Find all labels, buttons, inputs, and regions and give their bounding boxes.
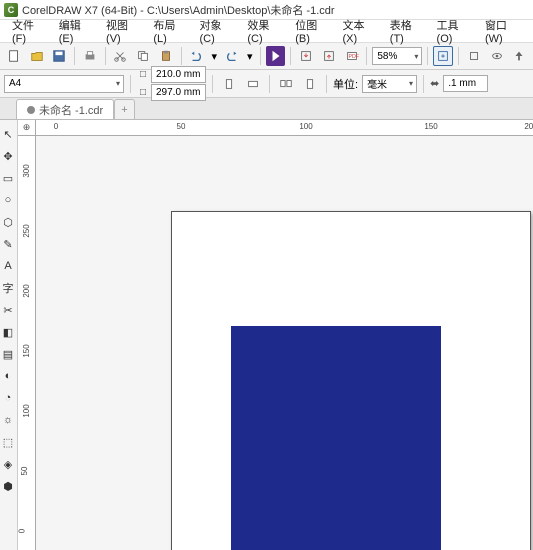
undo-drop-icon[interactable]: ▾	[209, 46, 219, 66]
separator	[74, 47, 75, 65]
ruler-origin-icon[interactable]: ⊕	[18, 120, 36, 136]
page-size-dropdown[interactable]: A4	[4, 75, 124, 93]
menu-bar: 文件(F) 编辑(E) 视图(V) 布局(L) 对象(C) 效果(C) 位图(B…	[0, 20, 533, 42]
separator	[105, 47, 106, 65]
vertical-ruler[interactable]: 0 50 100 150 200 250 300	[18, 136, 36, 550]
separator	[326, 75, 327, 93]
drawing-stage[interactable]	[36, 136, 533, 550]
menu-layout[interactable]: 布局(L)	[147, 15, 191, 47]
transparency-tool-icon[interactable]: ◔	[0, 388, 16, 408]
toolbox: ↖ ✥ ▭ ○ ⬡ ✎ A 字 ✂ ◧ ▤ ◐ ◔ ☼ ⬚ ◈ ⬢	[0, 120, 18, 550]
effects-tool-icon[interactable]: ◐	[0, 366, 16, 386]
export-icon[interactable]	[319, 46, 339, 66]
separator	[290, 47, 291, 65]
add-tab-button[interactable]: +	[114, 99, 134, 119]
nudge-label-icon: ⬌	[430, 77, 439, 90]
property-bar: A4 □ □ 单位: 毫米 ⬌	[0, 70, 533, 98]
save-icon[interactable]	[49, 46, 69, 66]
horizontal-ruler[interactable]: 0 50 100 150 200	[36, 120, 533, 136]
width-label-icon: □	[137, 69, 149, 80]
document-tabs: 未命名 -1.cdr +	[0, 98, 533, 120]
paste-icon[interactable]	[156, 46, 176, 66]
menu-text[interactable]: 文本(X)	[337, 15, 382, 47]
copy-icon[interactable]	[133, 46, 153, 66]
connector-tool-icon[interactable]: ▤	[0, 344, 16, 364]
separator	[130, 75, 131, 93]
page-width-input[interactable]	[151, 66, 206, 83]
height-label-icon: □	[137, 87, 149, 98]
print-icon[interactable]	[80, 46, 100, 66]
menu-effects[interactable]: 效果(C)	[241, 15, 287, 47]
separator	[423, 75, 424, 93]
shape-tool-icon[interactable]: ✥	[0, 146, 16, 166]
fullscreen-icon[interactable]	[433, 46, 453, 66]
units-label: 单位:	[333, 76, 358, 92]
menu-table[interactable]: 表格(T)	[384, 15, 429, 47]
portrait-icon[interactable]	[219, 74, 239, 94]
tab-status-icon	[27, 106, 35, 114]
text-tool-icon[interactable]: 字	[0, 278, 16, 298]
table-tool-icon[interactable]: ✂	[0, 300, 16, 320]
import-icon[interactable]	[296, 46, 316, 66]
interactive-fill-icon[interactable]: ⬢	[0, 476, 16, 496]
zoom-dropdown[interactable]: 58%	[372, 47, 422, 65]
zoom-tool-icon[interactable]: ○	[0, 190, 16, 210]
separator	[458, 47, 459, 65]
rectangle-object[interactable]	[231, 326, 441, 550]
page-dimensions: □ □	[137, 66, 206, 101]
new-icon[interactable]	[4, 46, 24, 66]
menu-edit[interactable]: 编辑(E)	[53, 15, 98, 47]
redo-drop-icon[interactable]: ▾	[245, 46, 255, 66]
pick-tool-icon[interactable]: ↖	[0, 124, 16, 144]
menu-file[interactable]: 文件(F)	[6, 15, 51, 47]
svg-text:PDF: PDF	[348, 54, 359, 60]
menu-view[interactable]: 视图(V)	[100, 15, 145, 47]
workspace: ↖ ✥ ▭ ○ ⬡ ✎ A 字 ✂ ◧ ▤ ◐ ◔ ☼ ⬚ ◈ ⬢ ⊕ 0 50…	[0, 120, 533, 550]
fill-tool-icon[interactable]: ◈	[0, 454, 16, 474]
separator	[366, 47, 367, 65]
units-dropdown[interactable]: 毫米	[362, 75, 417, 93]
launch-icon[interactable]	[509, 46, 529, 66]
dimension-tool-icon[interactable]: ◧	[0, 322, 16, 342]
separator	[260, 47, 261, 65]
cut-icon[interactable]	[111, 46, 131, 66]
search-icon[interactable]	[266, 46, 286, 66]
rectangle-tool-icon[interactable]: A	[0, 256, 16, 276]
options-icon[interactable]	[487, 46, 507, 66]
tab-name: 未命名 -1.cdr	[39, 102, 103, 118]
crop-tool-icon[interactable]: ▭	[0, 168, 16, 188]
menu-tools[interactable]: 工具(O)	[431, 15, 477, 47]
separator	[427, 47, 428, 65]
landscape-icon[interactable]	[243, 74, 263, 94]
open-icon[interactable]	[27, 46, 47, 66]
separator	[181, 47, 182, 65]
all-pages-icon[interactable]	[276, 74, 296, 94]
freehand-tool-icon[interactable]: ⬡	[0, 212, 16, 232]
artistic-tool-icon[interactable]: ✎	[0, 234, 16, 254]
nudge-input[interactable]	[443, 75, 488, 92]
separator	[269, 75, 270, 93]
menu-object[interactable]: 对象(C)	[194, 15, 240, 47]
undo-icon[interactable]	[187, 46, 207, 66]
canvas-area: ⊕ 0 50 100 150 200 0 50 100 150 200 250 …	[18, 120, 533, 550]
redo-icon[interactable]	[222, 46, 242, 66]
menu-bitmap[interactable]: 位图(B)	[289, 15, 334, 47]
current-page-icon[interactable]	[300, 74, 320, 94]
eyedropper-tool-icon[interactable]: ☼	[0, 410, 16, 430]
page-height-input[interactable]	[151, 84, 206, 101]
menu-window[interactable]: 窗口(W)	[479, 15, 527, 47]
snap-icon[interactable]	[464, 46, 484, 66]
outline-tool-icon[interactable]: ⬚	[0, 432, 16, 452]
document-tab[interactable]: 未命名 -1.cdr	[16, 99, 114, 119]
publish-icon[interactable]: PDF	[342, 46, 362, 66]
separator	[212, 75, 213, 93]
